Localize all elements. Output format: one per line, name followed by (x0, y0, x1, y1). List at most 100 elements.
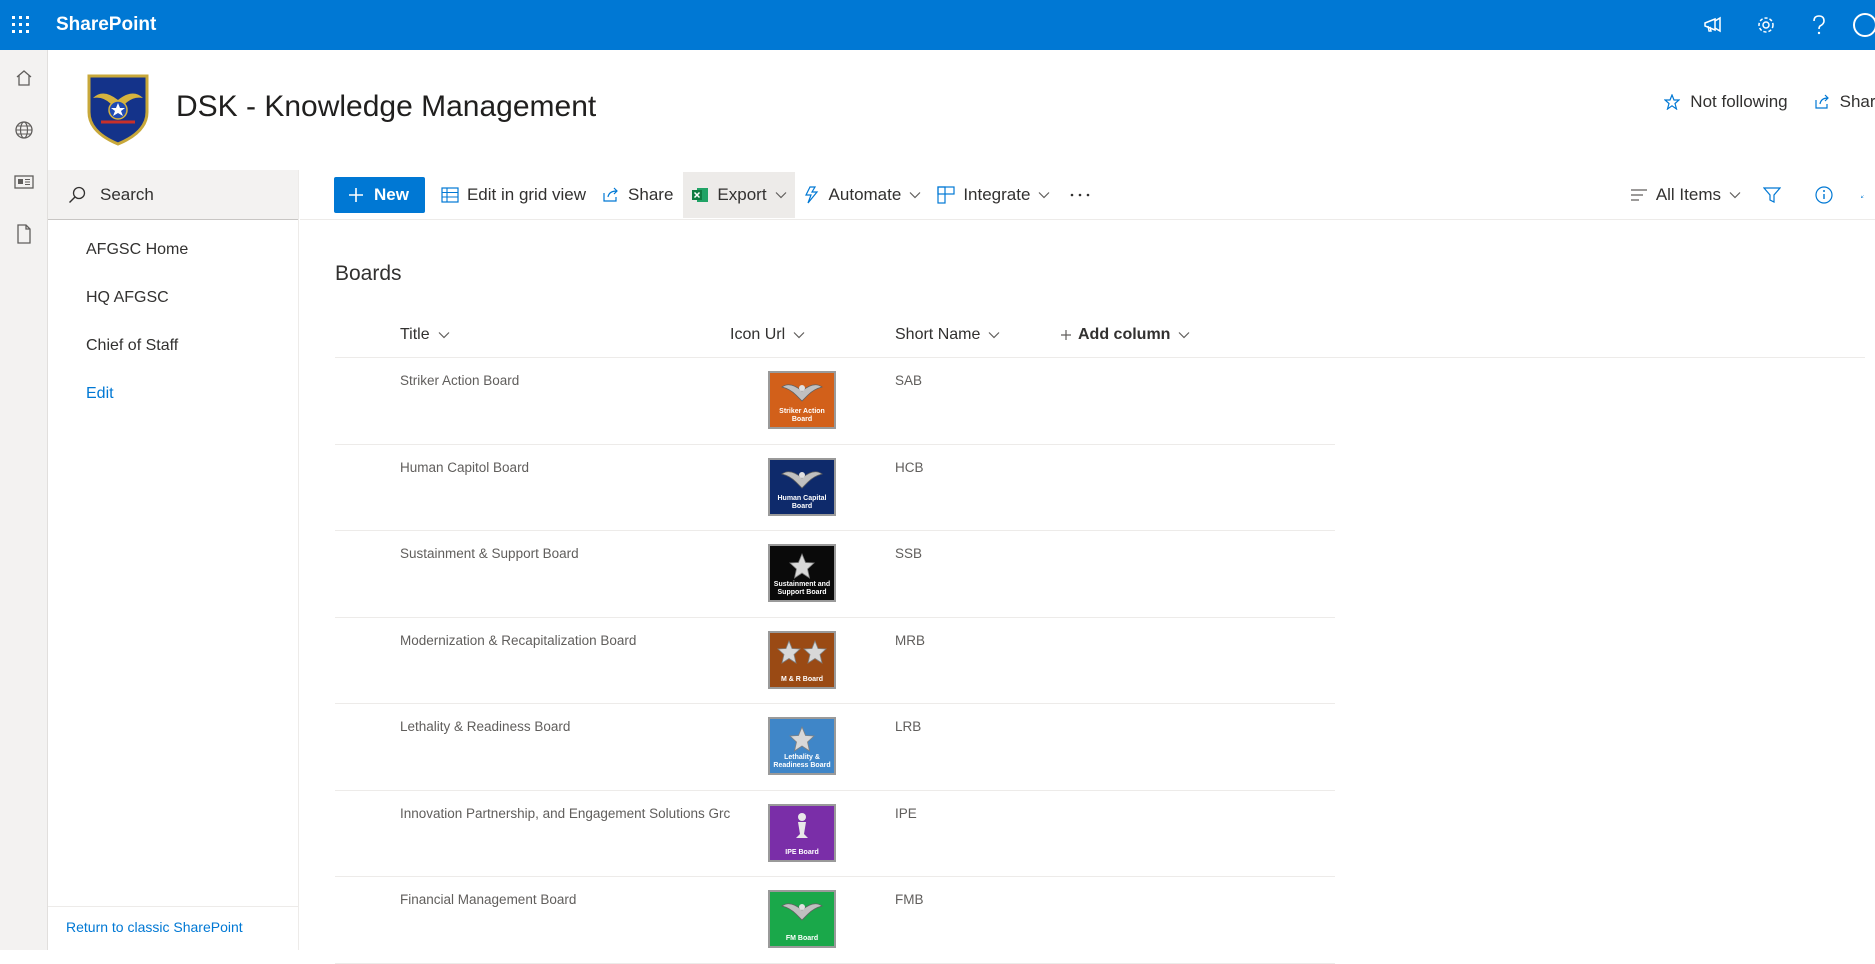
integrate-icon (937, 185, 955, 204)
info-button[interactable] (1803, 172, 1853, 218)
follow-button[interactable]: Not following (1664, 92, 1788, 112)
row-title[interactable]: Sustainment & Support Board (400, 546, 730, 561)
more-options-button[interactable] (1058, 172, 1110, 218)
column-header-title[interactable]: Title (400, 326, 450, 344)
sharepoint-brand-link[interactable]: SharePoint (56, 14, 156, 36)
search-icon (69, 186, 86, 203)
expand-button[interactable] (1853, 172, 1875, 218)
automate-button[interactable]: Automate (795, 172, 930, 218)
grid-icon (441, 186, 459, 203)
new-label: New (374, 184, 409, 204)
board-icon-image: Striker Action Board (768, 371, 836, 429)
integrate-button[interactable]: Integrate (929, 172, 1058, 218)
add-column-button[interactable]: Add column (1060, 326, 1190, 344)
list-view-icon (1630, 189, 1647, 201)
list-column-headers: Title Icon Url Short Name Add column (335, 318, 1865, 358)
plus-icon (349, 187, 363, 202)
row-title[interactable]: Lethality & Readiness Board (400, 719, 730, 734)
plus-icon (1061, 330, 1071, 340)
row-title[interactable]: Financial Management Board (400, 892, 730, 907)
edit-grid-label: Edit in grid view (466, 184, 587, 204)
filter-button[interactable] (1749, 172, 1803, 218)
ellipsis-icon (1071, 193, 1090, 196)
account-avatar[interactable] (1845, 0, 1875, 50)
site-header: DSK - Knowledge Management Not following… (48, 50, 1875, 170)
nav-link-hq-afgsc[interactable]: HQ AFGSC (48, 274, 298, 322)
return-to-classic-link[interactable]: Return to classic SharePoint (48, 906, 298, 950)
eagle-emblem-icon (780, 466, 824, 494)
home-icon[interactable] (0, 52, 48, 104)
table-row[interactable]: Lethality & Readiness Board Lethality & R… (335, 704, 1335, 791)
chevron-down-icon (1729, 192, 1741, 199)
nav-link-chief-of-staff[interactable]: Chief of Staff (48, 322, 298, 370)
new-button[interactable]: New (334, 176, 425, 213)
follow-label: Not following (1690, 92, 1788, 111)
table-row[interactable]: Financial Management Board FM Board FMB (335, 877, 1335, 964)
export-button[interactable]: Export (683, 171, 795, 218)
site-logo[interactable] (83, 70, 153, 146)
help-icon[interactable] (1792, 0, 1845, 50)
row-short-name: HCB (895, 459, 924, 475)
suite-bar: SharePoint (0, 0, 1875, 50)
row-short-name: IPE (895, 805, 917, 821)
filter-icon (1763, 187, 1781, 203)
search-box[interactable]: Search (48, 170, 298, 220)
search-placeholder: Search (100, 184, 154, 204)
share-button[interactable]: Share (594, 172, 681, 218)
site-share-button[interactable]: Share (1814, 92, 1875, 112)
row-title[interactable]: Modernization & Recapitalization Board (400, 633, 730, 648)
board-icon-image: M & R Board (768, 630, 836, 689)
eagle-emblem-icon (780, 898, 824, 926)
table-row[interactable]: Striker Action Board Striker Action Board… (335, 358, 1335, 445)
column-short-name-label: Short Name (895, 326, 981, 343)
expand-icon (1861, 195, 1864, 198)
pawn-emblem-icon (794, 812, 810, 840)
chevron-down-icon (988, 332, 1000, 339)
list-title: Boards (335, 262, 402, 285)
chevron-down-icon (1038, 191, 1050, 198)
row-title[interactable]: Striker Action Board (400, 373, 730, 388)
table-row[interactable]: Modernization & Recapitalization Board M … (335, 618, 1335, 704)
chevron-down-icon (793, 332, 805, 339)
row-short-name: SAB (895, 373, 923, 388)
gear-icon[interactable] (1739, 0, 1792, 50)
board-icon-caption: IPE Board (785, 848, 819, 856)
nav-link-afgsc-home[interactable]: AFGSC Home (48, 226, 298, 274)
table-row[interactable]: Innovation Partnership, and Engagement S… (335, 791, 1335, 877)
edit-grid-view-button[interactable]: Edit in grid view (433, 172, 594, 218)
board-icon-caption: FM Board (785, 935, 819, 942)
document-icon[interactable] (0, 208, 48, 260)
nav-edit-link[interactable]: Edit (48, 370, 298, 418)
table-row[interactable]: Sustainment & Support Board Sustainment a… (335, 531, 1335, 618)
view-selector[interactable]: All Items (1622, 172, 1749, 218)
list-rows: Striker Action Board Striker Action Board… (335, 358, 1335, 964)
left-navigation: Search AFGSC Home HQ AFGSC Chief of Staf… (48, 170, 299, 950)
eagle-emblem-icon (780, 379, 824, 407)
excel-icon (692, 187, 709, 202)
app-launcher-icon[interactable] (0, 0, 42, 50)
megaphone-icon[interactable] (1686, 0, 1739, 50)
row-short-name: LRB (895, 719, 922, 734)
board-icon-image: FM Board (768, 890, 836, 948)
integrate-label: Integrate (963, 184, 1031, 204)
board-icon-caption: Striker Action Board (779, 408, 825, 423)
row-title[interactable]: Human Capitol Board (400, 460, 730, 475)
column-title-label: Title (400, 326, 430, 343)
automate-label: Automate (828, 184, 902, 204)
avatar-icon (1853, 13, 1875, 37)
chevron-down-icon (1179, 332, 1190, 339)
star-emblem-icon (788, 552, 816, 580)
star-emblem-icon (788, 725, 816, 753)
column-header-icon-url[interactable]: Icon Url (730, 326, 805, 344)
column-icon-url-label: Icon Url (730, 326, 786, 343)
row-title[interactable]: Innovation Partnership, and Engagement S… (400, 806, 730, 821)
globe-icon[interactable] (0, 104, 48, 156)
site-title[interactable]: DSK - Knowledge Management (176, 90, 596, 124)
star-icon (1664, 94, 1681, 110)
board-icon-image: Lethality & Readiness Board (768, 717, 836, 775)
column-header-short-name[interactable]: Short Name (895, 326, 1000, 344)
table-row[interactable]: Human Capitol Board Human Capital Board HC… (335, 445, 1335, 531)
row-short-name: SSB (895, 546, 923, 561)
app-bar (0, 50, 48, 950)
news-icon[interactable] (0, 156, 48, 208)
